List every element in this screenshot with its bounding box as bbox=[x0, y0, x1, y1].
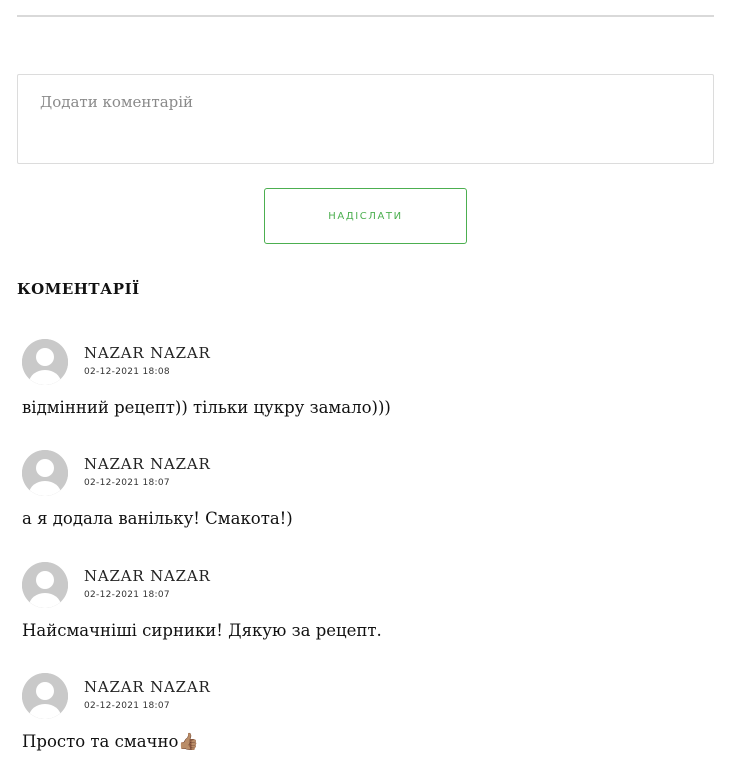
comment-text: а я додала ванільку! Смакота!) bbox=[22, 509, 293, 528]
comment-date: 02-12-2021 18:07 bbox=[84, 478, 170, 488]
comment-text: відмінний рецепт)) тільки цукру замало))… bbox=[22, 398, 391, 417]
top-divider bbox=[17, 15, 714, 17]
comment-author: NAZAR NAZAR bbox=[84, 344, 211, 362]
comment-date: 02-12-2021 18:07 bbox=[84, 701, 170, 711]
comment-author: NAZAR NAZAR bbox=[84, 678, 211, 696]
comment-item: NAZAR NAZAR 02-12-2021 18:07 Просто та с… bbox=[0, 673, 743, 773]
comment-item: NAZAR NAZAR 02-12-2021 18:07 Найсмачніші… bbox=[0, 562, 743, 662]
default-user-avatar-icon bbox=[22, 339, 68, 385]
comment-item: NAZAR NAZAR 02-12-2021 18:08 відмінний р… bbox=[0, 339, 743, 439]
comment-date: 02-12-2021 18:08 bbox=[84, 367, 170, 377]
comment-author: NAZAR NAZAR bbox=[84, 455, 211, 473]
default-user-avatar-icon bbox=[22, 450, 68, 496]
comment-text: Найсмачніші сирники! Дякую за рецепт. bbox=[22, 621, 382, 640]
comment-author: NAZAR NAZAR bbox=[84, 567, 211, 585]
comment-box[interactable] bbox=[17, 74, 714, 164]
comment-item: NAZAR NAZAR 02-12-2021 18:07 а я додала … bbox=[0, 450, 743, 550]
comment-date: 02-12-2021 18:07 bbox=[84, 590, 170, 600]
default-user-avatar-icon bbox=[22, 562, 68, 608]
submit-comment-button[interactable]: НАДІСЛАТИ bbox=[264, 188, 467, 244]
default-user-avatar-icon bbox=[22, 673, 68, 719]
comment-text: Просто та смачно👍🏽 bbox=[22, 732, 199, 751]
comment-input[interactable] bbox=[18, 75, 713, 163]
comments-heading: КОМЕНТАРІЇ bbox=[17, 280, 140, 298]
